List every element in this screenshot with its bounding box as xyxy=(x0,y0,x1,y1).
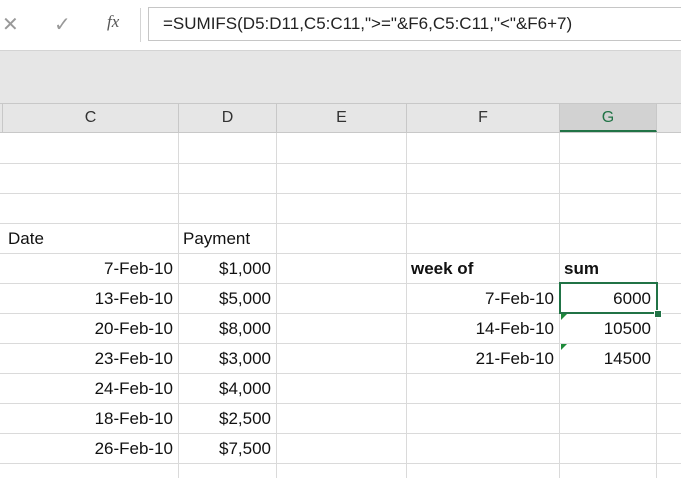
header-sum[interactable]: sum xyxy=(559,253,656,283)
payment-cell[interactable]: $4,000 xyxy=(178,373,276,403)
column-header-f[interactable]: F xyxy=(407,104,560,132)
date-cell[interactable]: 23-Feb-10 xyxy=(3,343,178,373)
date-cell[interactable]: 18-Feb-10 xyxy=(3,403,178,433)
formula-input[interactable]: =SUMIFS(D5:D11,C5:C11,">="&F6,C5:C11,"<"… xyxy=(148,7,681,41)
column-header-d[interactable]: D xyxy=(179,104,277,132)
column-header-bar: C D E F G xyxy=(0,103,681,133)
payment-cell[interactable]: $5,000 xyxy=(178,283,276,313)
error-indicator-icon[interactable] xyxy=(561,314,567,320)
insert-function-icon[interactable]: fx xyxy=(107,12,119,32)
column-header-c[interactable]: C xyxy=(3,104,179,132)
active-cell-g6[interactable] xyxy=(559,282,658,314)
ribbon-gap xyxy=(0,51,681,103)
error-indicator-icon[interactable] xyxy=(561,344,567,350)
gridline xyxy=(0,193,681,194)
payment-cell[interactable]: $3,000 xyxy=(178,343,276,373)
gridline xyxy=(0,463,681,464)
payment-cell[interactable]: $7,500 xyxy=(178,433,276,463)
column-header-g[interactable]: G xyxy=(560,104,657,132)
week-cell[interactable]: 21-Feb-10 xyxy=(406,343,559,373)
header-payment[interactable]: Payment xyxy=(178,223,276,253)
fill-handle[interactable] xyxy=(654,310,662,318)
week-cell[interactable]: 7-Feb-10 xyxy=(406,283,559,313)
header-week-of[interactable]: week of xyxy=(406,253,559,283)
sum-cell[interactable]: 14500 xyxy=(559,343,656,373)
date-cell[interactable]: 7-Feb-10 xyxy=(3,253,178,283)
gridline xyxy=(276,133,277,478)
column-header-e[interactable]: E xyxy=(277,104,407,132)
sum-cell[interactable]: 10500 xyxy=(559,313,656,343)
divider xyxy=(140,8,141,42)
payment-cell[interactable]: $1,000 xyxy=(178,253,276,283)
gridline xyxy=(0,163,681,164)
cancel-icon[interactable]: ✕ xyxy=(2,12,19,37)
enter-icon[interactable]: ✓ xyxy=(54,12,71,37)
header-date[interactable]: Date xyxy=(3,223,178,253)
date-cell[interactable]: 20-Feb-10 xyxy=(3,313,178,343)
date-cell[interactable]: 13-Feb-10 xyxy=(3,283,178,313)
payment-cell[interactable]: $2,500 xyxy=(178,403,276,433)
date-cell[interactable]: 24-Feb-10 xyxy=(3,373,178,403)
week-cell[interactable]: 14-Feb-10 xyxy=(406,313,559,343)
payment-cell[interactable]: $8,000 xyxy=(178,313,276,343)
formula-bar: ✕ ✓ fx =SUMIFS(D5:D11,C5:C11,">="&F6,C5:… xyxy=(0,0,681,51)
date-cell[interactable]: 26-Feb-10 xyxy=(3,433,178,463)
